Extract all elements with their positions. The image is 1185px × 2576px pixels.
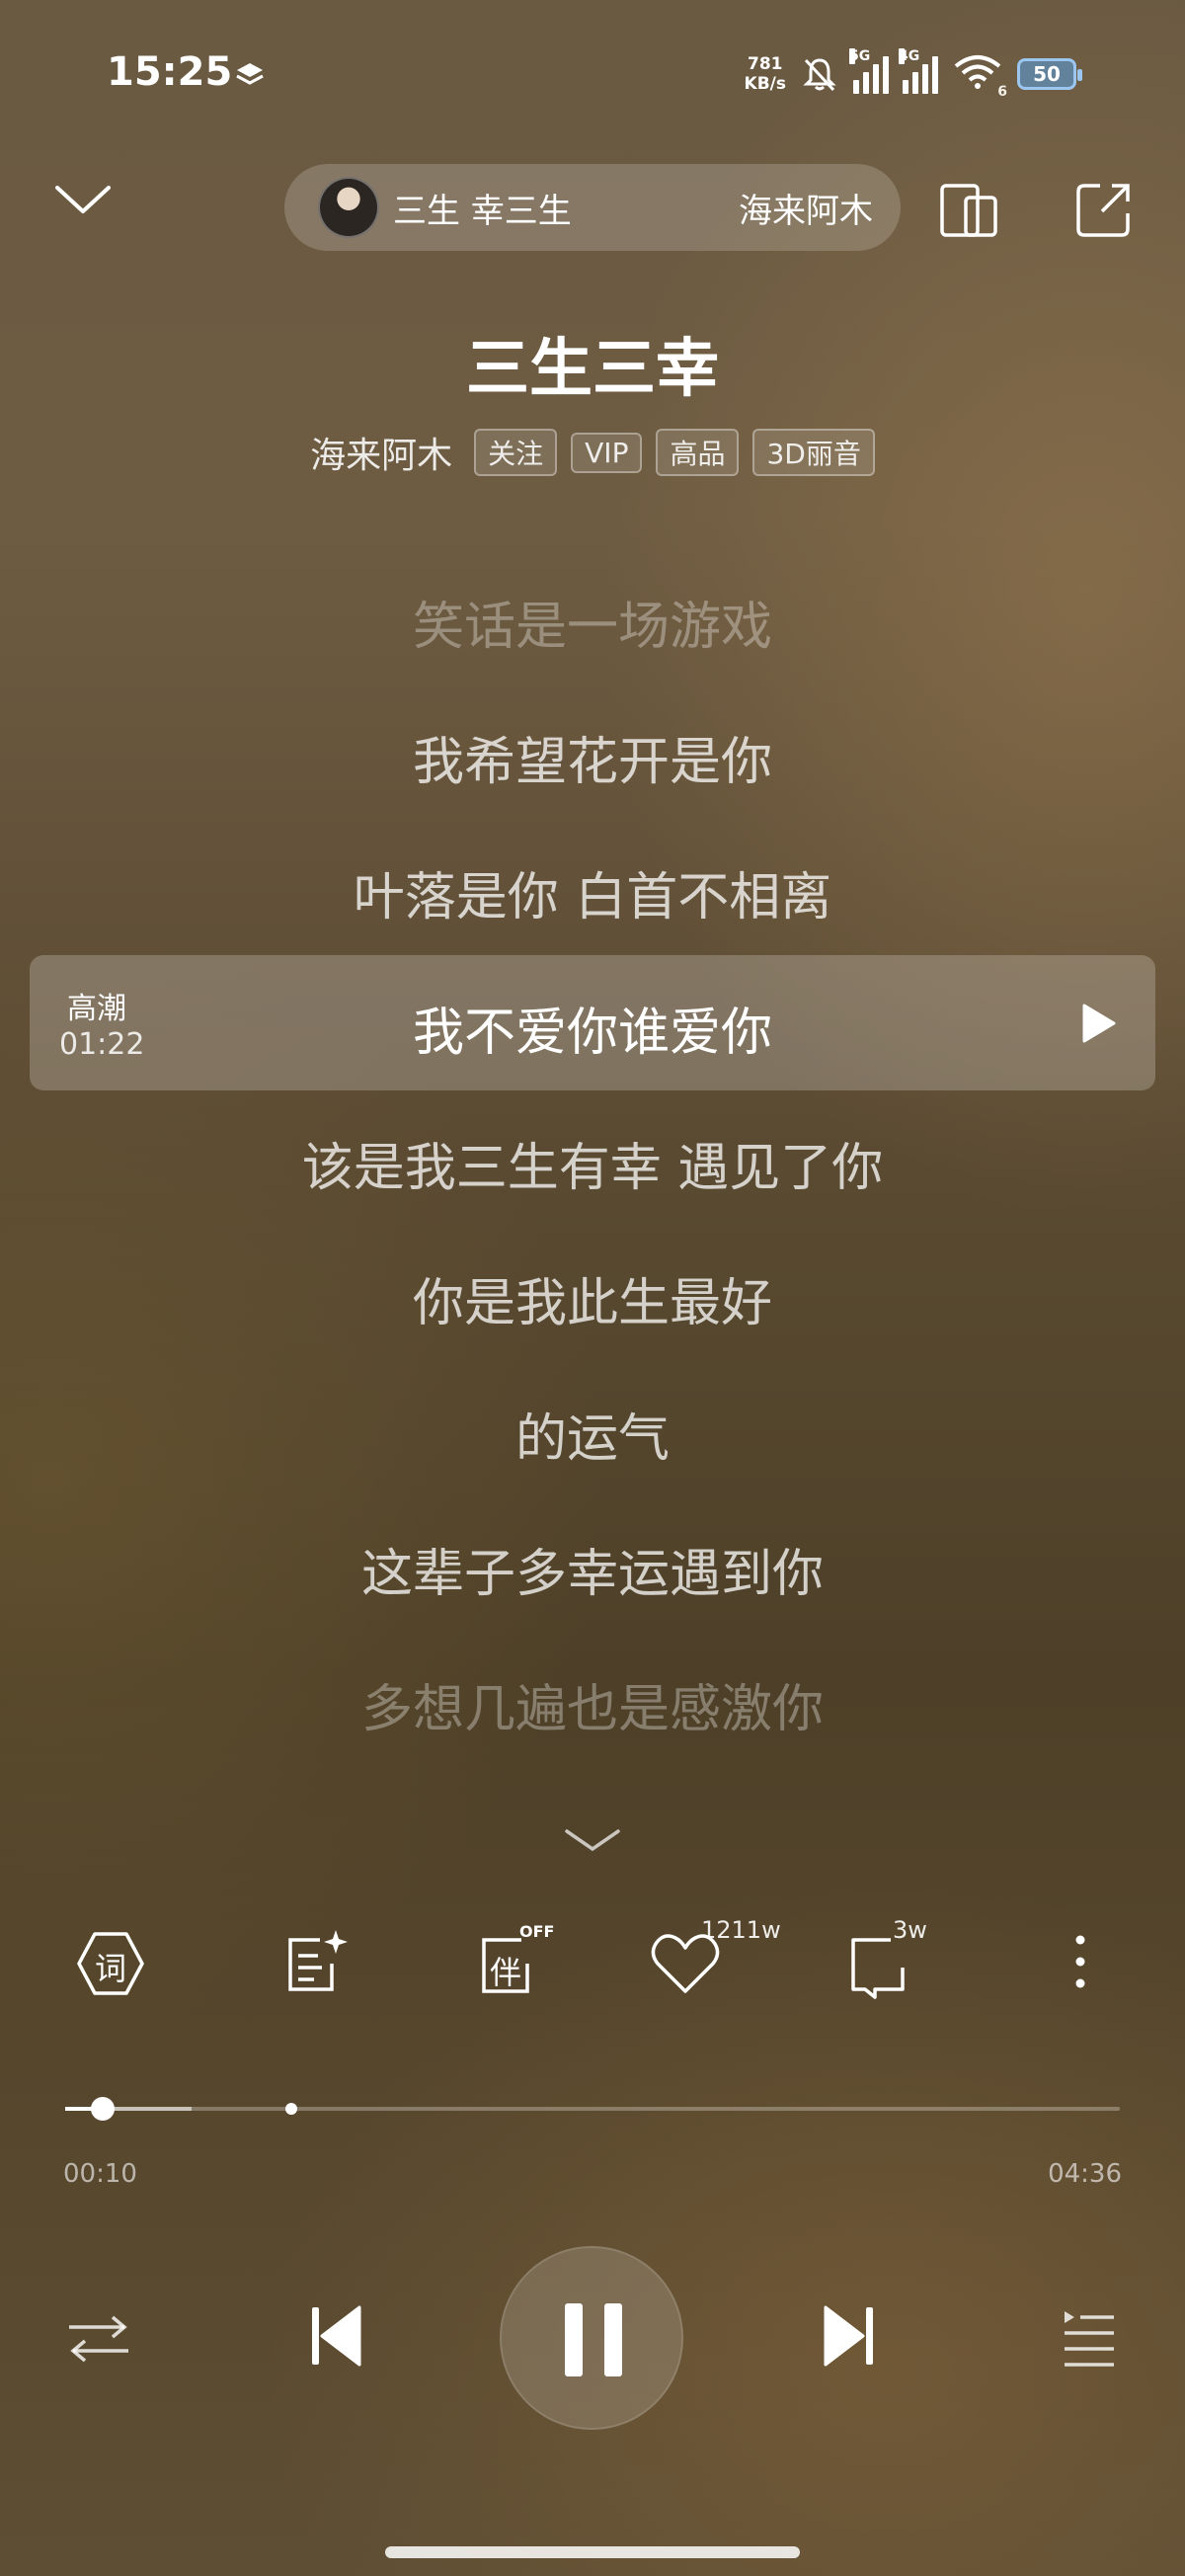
like-count: 1211w <box>701 1916 781 1944</box>
progress-track[interactable] <box>65 2107 1120 2111</box>
more-options-button[interactable] <box>1041 1924 1120 2003</box>
battery-icon: 50 <box>1017 58 1082 90</box>
vip-badge[interactable]: VIP <box>571 432 643 473</box>
home-indicator[interactable] <box>385 2546 800 2558</box>
net-speed: 781 KB/s <box>744 54 786 94</box>
progress-knob[interactable] <box>91 2097 116 2121</box>
more-vertical-icon <box>1075 1935 1085 1988</box>
layers-icon <box>236 63 264 85</box>
mute-bell-icon <box>803 58 836 92</box>
lyric-line[interactable]: 这辈子多幸运遇到你 <box>0 1532 1185 1606</box>
artist-name[interactable]: 海来阿木 <box>310 427 452 478</box>
song-title: 三生三幸 <box>466 333 719 406</box>
signal-4g-icon: 4G <box>899 48 938 94</box>
total-time: 04:36 <box>1048 2159 1122 2189</box>
pill-artist-name: 海来阿木 <box>739 191 873 231</box>
lyric-line[interactable]: 该是我三生有幸 遇见了你 <box>0 1126 1185 1200</box>
status-time: 15:25 <box>107 49 233 95</box>
pause-icon <box>565 2303 622 2376</box>
shuffle-mode-icon[interactable] <box>63 2309 134 2369</box>
next-track-icon[interactable] <box>820 2301 879 2371</box>
play-from-here-icon[interactable] <box>1078 1002 1118 1045</box>
like-button[interactable]: 1211w <box>646 1916 794 2003</box>
lyrics-mode-button[interactable]: 词 <box>71 1924 150 2003</box>
signal-5g-icon: 5G <box>849 48 889 94</box>
wifi-icon: 6 <box>952 52 1007 100</box>
accompany-toggle-button[interactable]: 伴 OFF <box>472 1922 555 2003</box>
quality-badge[interactable]: 高品 <box>656 429 740 476</box>
accompany-off-badge: OFF <box>519 1922 555 1941</box>
lyric-line[interactable]: 叶落是你 白首不相离 <box>0 855 1185 929</box>
play-pause-button[interactable] <box>500 2246 683 2430</box>
pill-song-name: 三生 幸三生 <box>393 191 572 231</box>
chorus-marker[interactable] <box>285 2103 297 2115</box>
chevron-down-icon[interactable] <box>563 1825 622 1855</box>
previous-track-icon[interactable] <box>306 2301 365 2371</box>
follow-button[interactable]: 关注 <box>474 429 558 476</box>
collapse-player-icon[interactable] <box>51 178 115 221</box>
song-meta: 海来阿木 关注 VIP 高品 3D丽音 <box>0 427 1185 478</box>
share-icon[interactable] <box>1074 180 1134 239</box>
artist-avatar <box>318 177 379 238</box>
comment-button[interactable]: 3w <box>841 1916 960 2003</box>
note-sparkle-icon <box>288 1930 348 1991</box>
playlist-icon[interactable] <box>1059 2307 1120 2369</box>
lyric-line[interactable]: 我希望花开是你 <box>0 720 1185 794</box>
lyrics-edit-button[interactable] <box>276 1924 356 2003</box>
status-indicators: 781 KB/s 5G 4G 6 50 <box>744 48 1082 100</box>
lyric-line[interactable]: 多想几遍也是感激你 <box>0 1667 1185 1741</box>
current-time: 00:10 <box>63 2159 137 2189</box>
lyric-line[interactable]: 的运气 <box>0 1397 1185 1471</box>
comment-count: 3w <box>893 1916 927 1944</box>
now-playing-pill[interactable]: 三生 幸三生 海来阿木 <box>284 164 901 251</box>
lyric-line[interactable]: 笑话是一场游戏 <box>0 585 1185 659</box>
lyric-line[interactable]: 你是我此生最好 <box>0 1261 1185 1335</box>
lyric-line-current[interactable]: 我不爱你谁爱你 <box>0 991 1185 1065</box>
sound-effect-badge[interactable]: 3D丽音 <box>752 429 875 476</box>
device-switch-icon[interactable] <box>938 178 1001 241</box>
